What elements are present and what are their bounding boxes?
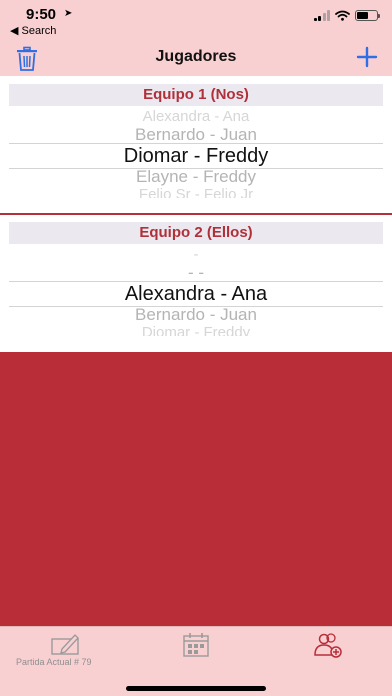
wifi-icon — [335, 10, 350, 21]
picker-option[interactable]: Bernardo - Juan — [9, 304, 383, 326]
picker-option[interactable]: - — [9, 248, 383, 262]
cellular-signal-icon — [313, 10, 330, 21]
add-player-button[interactable] — [356, 46, 378, 68]
teams-panel: Equipo 1 (Nos) Alexandra - Ana Bernardo … — [0, 76, 392, 352]
picker-option[interactable]: Alexandra - Ana — [9, 110, 383, 124]
tab-current-game[interactable] — [46, 631, 86, 659]
picker-selected-option[interactable]: Diomar - Freddy — [9, 144, 383, 168]
picker-option[interactable]: Elayne - Freddy — [9, 166, 383, 188]
tab-scoreboard[interactable] — [176, 631, 216, 659]
current-game-label: Partida Actual # 79 — [16, 657, 92, 667]
team2-header: Equipo 2 (Ellos) — [9, 222, 383, 244]
background-area — [0, 352, 392, 626]
scoreboard-calendar-icon — [183, 633, 209, 657]
status-indicators — [313, 10, 380, 21]
battery-icon — [355, 10, 380, 21]
home-indicator — [126, 686, 266, 691]
picker-option[interactable]: Felio Sr - Felio Jr — [9, 186, 383, 198]
team1-header: Equipo 1 (Nos) — [9, 84, 383, 106]
add-players-icon — [314, 633, 342, 658]
edit-card-icon — [51, 634, 79, 655]
status-bar: 9:50 ➤ ◀ Search — [0, 0, 392, 40]
back-to-search-link[interactable]: ◀ Search — [10, 24, 56, 37]
picker-selected-option[interactable]: Alexandra - Ana — [9, 282, 383, 306]
team2-picker[interactable]: - - - Alexandra - Ana Bernardo - Juan Di… — [9, 244, 383, 336]
picker-option[interactable]: Diomar - Freddy — [9, 324, 383, 336]
team1-picker[interactable]: Alexandra - Ana Bernardo - Juan Diomar -… — [9, 106, 383, 198]
navigation-bar: Jugadores — [0, 40, 392, 76]
status-time: 9:50 — [26, 6, 57, 23]
tab-players[interactable] — [307, 631, 347, 659]
location-arrow-icon: ➤ — [64, 8, 73, 19]
page-title: Jugadores — [155, 48, 237, 65]
team-divider — [0, 213, 392, 215]
plus-icon — [356, 46, 378, 68]
